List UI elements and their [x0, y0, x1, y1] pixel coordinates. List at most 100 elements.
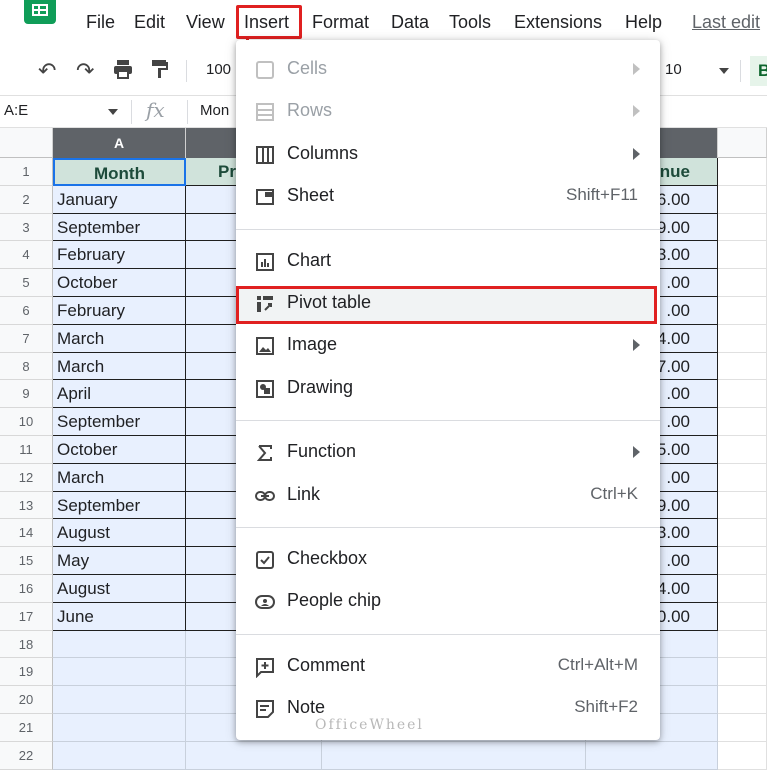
cell[interactable] [718, 491, 767, 520]
cell[interactable] [718, 324, 767, 353]
row-header[interactable]: 8 [0, 352, 53, 381]
row-header[interactable]: 3 [0, 213, 53, 242]
cell[interactable] [718, 630, 767, 659]
menu-tools[interactable]: Tools [449, 12, 491, 33]
row-header[interactable]: 14 [0, 519, 53, 548]
cell-month[interactable]: August [53, 519, 186, 548]
cell-month[interactable]: May [53, 547, 186, 575]
cell[interactable] [718, 519, 767, 548]
cell-month[interactable]: September [53, 213, 186, 242]
cell[interactable] [718, 463, 767, 492]
cell[interactable] [718, 269, 767, 297]
bold-button[interactable]: B [750, 56, 767, 86]
cell[interactable] [718, 185, 767, 214]
row-header[interactable]: 19 [0, 658, 53, 687]
menu-item-chart[interactable]: Chart [236, 241, 660, 283]
last-edit-link[interactable]: Last edit [692, 12, 760, 33]
cell-month[interactable] [53, 714, 186, 742]
header-cell-month[interactable]: Month [53, 158, 186, 186]
cell-month[interactable] [53, 658, 186, 687]
cell[interactable] [718, 158, 767, 186]
cell[interactable] [718, 241, 767, 270]
font-size-field[interactable]: 10 [665, 61, 682, 78]
cell[interactable] [718, 408, 767, 436]
cell-month[interactable] [53, 630, 186, 659]
cell-month[interactable]: October [53, 436, 186, 464]
undo-icon[interactable]: ↶ [38, 58, 56, 84]
row-header[interactable]: 4 [0, 241, 53, 270]
cell[interactable] [718, 686, 767, 714]
cell[interactable] [718, 602, 767, 631]
column-header-f[interactable] [718, 128, 767, 158]
row-header[interactable]: 11 [0, 436, 53, 464]
row-header[interactable]: 13 [0, 491, 53, 520]
row-header[interactable]: 5 [0, 269, 53, 297]
cell-month[interactable]: March [53, 324, 186, 353]
menu-item-image[interactable]: Image [236, 325, 660, 367]
menu-item-sheet[interactable]: Sheet Shift+F11 [236, 176, 660, 218]
menu-item-people-chip[interactable]: People chip [236, 581, 660, 623]
cell-month[interactable]: June [53, 602, 186, 631]
cell[interactable] [322, 741, 586, 770]
print-icon[interactable] [112, 58, 134, 86]
cell-month[interactable]: January [53, 185, 186, 214]
cell[interactable] [718, 714, 767, 742]
column-header-a[interactable]: A [53, 128, 186, 158]
cell-month[interactable]: February [53, 241, 186, 270]
cell[interactable] [718, 352, 767, 381]
font-size-dropdown-icon[interactable] [719, 68, 729, 74]
cell[interactable] [718, 436, 767, 464]
menu-view[interactable]: View [186, 12, 225, 33]
menu-item-note[interactable]: Note Shift+F2 [236, 688, 660, 730]
row-header[interactable]: 20 [0, 686, 53, 714]
menu-item-pivot-table[interactable]: Pivot table [236, 283, 660, 325]
row-header[interactable]: 1 [0, 158, 53, 186]
row-header[interactable]: 22 [0, 741, 53, 770]
cell[interactable] [718, 297, 767, 325]
row-header[interactable]: 2 [0, 185, 53, 214]
menu-file[interactable]: File [86, 12, 115, 33]
row-header[interactable]: 10 [0, 408, 53, 436]
cell-month[interactable] [53, 741, 186, 770]
name-box[interactable]: A:E [4, 102, 28, 119]
menu-extensions[interactable]: Extensions [514, 12, 602, 33]
row-header[interactable]: 18 [0, 630, 53, 659]
cell[interactable] [718, 575, 767, 603]
row-header[interactable]: 7 [0, 324, 53, 353]
menu-item-columns[interactable]: Columns [236, 134, 660, 176]
row-header[interactable]: 12 [0, 463, 53, 492]
menu-item-function[interactable]: Function [236, 432, 660, 474]
cell-month[interactable]: April [53, 380, 186, 409]
menu-format[interactable]: Format [312, 12, 369, 33]
row-header[interactable]: 9 [0, 380, 53, 409]
cell-month[interactable] [53, 686, 186, 714]
row-header[interactable]: 17 [0, 602, 53, 631]
menu-item-link[interactable]: Link Ctrl+K [236, 475, 660, 517]
cell-month[interactable]: March [53, 352, 186, 381]
row-header[interactable]: 16 [0, 575, 53, 603]
menu-item-drawing[interactable]: Drawing [236, 368, 660, 410]
cell-month[interactable]: February [53, 297, 186, 325]
menu-edit[interactable]: Edit [134, 12, 165, 33]
name-box-dropdown-icon[interactable] [108, 109, 118, 115]
row-header[interactable]: 15 [0, 547, 53, 575]
cell[interactable] [718, 741, 767, 770]
menu-item-comment[interactable]: Comment Ctrl+Alt+M [236, 646, 660, 688]
cell[interactable] [718, 658, 767, 687]
select-all-corner[interactable] [0, 128, 53, 158]
cell[interactable] [718, 547, 767, 575]
sheets-logo-icon[interactable] [24, 0, 56, 24]
zoom-select[interactable]: 100 [206, 61, 231, 78]
cell[interactable] [718, 380, 767, 409]
paint-format-icon[interactable] [150, 58, 170, 86]
formula-input[interactable]: Mon [200, 102, 229, 119]
menu-data[interactable]: Data [391, 12, 429, 33]
cell[interactable] [718, 213, 767, 242]
cell[interactable] [186, 741, 322, 770]
cell-month[interactable]: March [53, 463, 186, 492]
cell-revenue[interactable] [586, 741, 718, 770]
cell-month[interactable]: September [53, 491, 186, 520]
cell-month[interactable]: September [53, 408, 186, 436]
cell-month[interactable]: August [53, 575, 186, 603]
row-header[interactable]: 21 [0, 714, 53, 742]
